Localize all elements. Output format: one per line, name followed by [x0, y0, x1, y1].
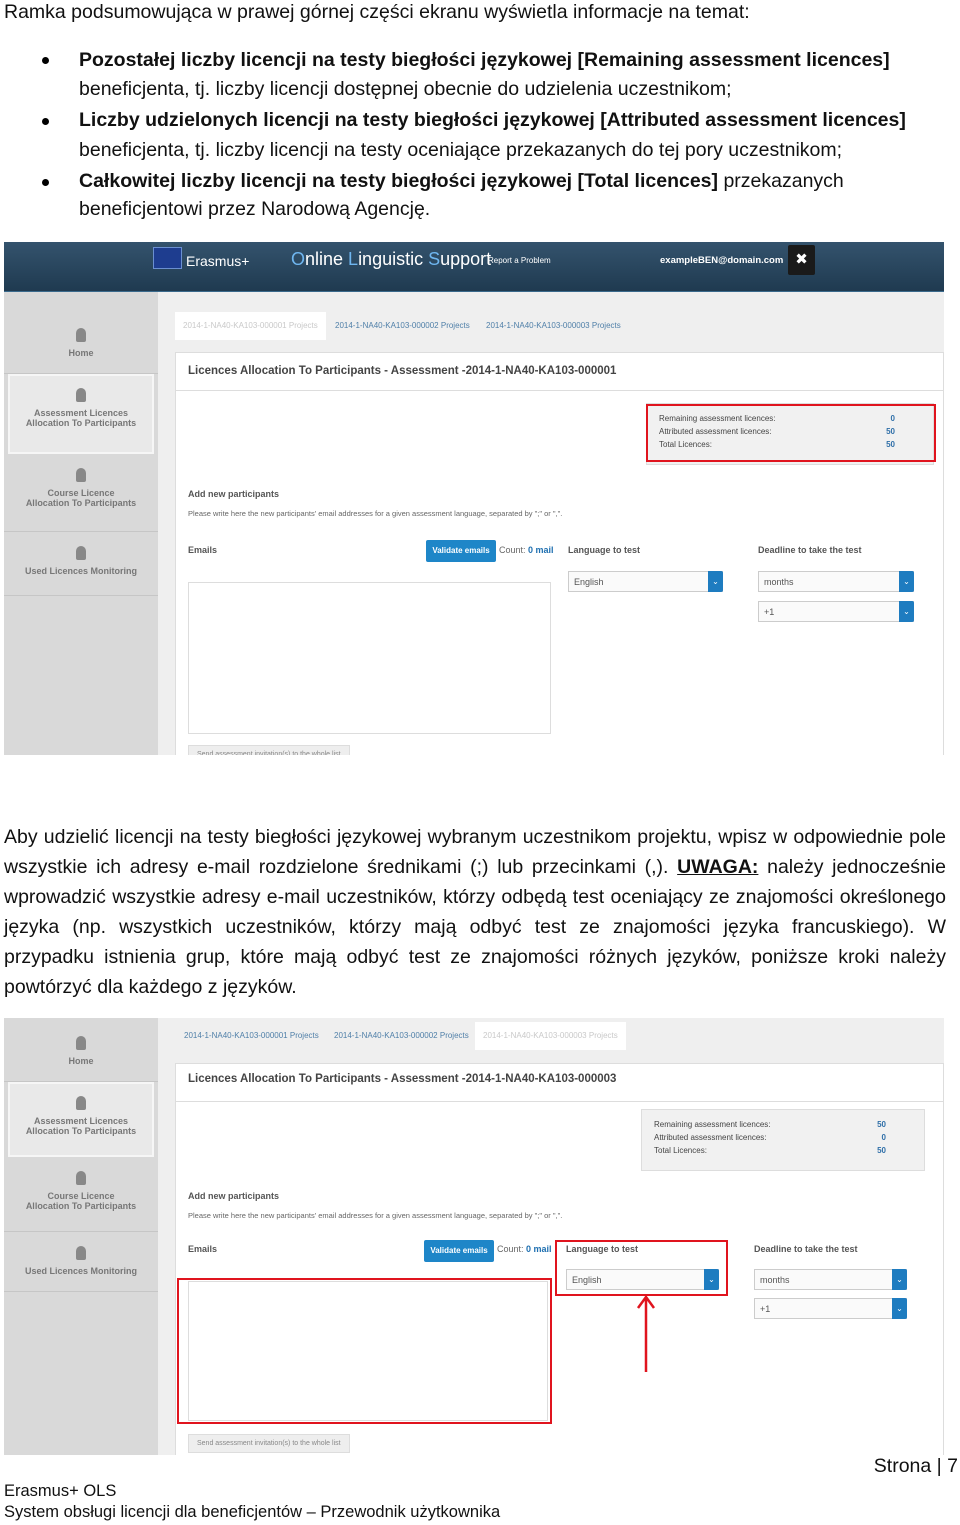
- bullet-1-rest: beneficjenta, tj. liczby licencji dostęp…: [79, 78, 732, 100]
- chevron-down-icon: ⌄: [892, 1298, 907, 1319]
- sidebar: Home Assessment Licences Allocation To Pa…: [4, 1018, 158, 1455]
- tab-project-2[interactable]: 2014-1-NA40-KA103-000002 Projects: [326, 1022, 477, 1050]
- bullet-1-bold: Pozostałej liczby licencji na testy bieg…: [79, 49, 890, 71]
- email-count: Count: 0 mail: [497, 1244, 552, 1254]
- total-value: 50: [877, 1146, 886, 1155]
- panel-title: Licences Allocation To Participants - As…: [176, 353, 943, 391]
- intro-text: Ramka podsumowująca w prawej górnej częś…: [4, 1, 750, 23]
- screenshot-1: Erasmus+ Online Linguistic Support Repor…: [4, 242, 944, 755]
- chevron-down-icon: ⌄: [899, 571, 914, 592]
- arrow-up-icon: [636, 1294, 656, 1372]
- footer-line-2: System obsługi licencji dla beneficjentó…: [4, 1503, 501, 1521]
- validate-emails-button[interactable]: Validate emails: [426, 540, 496, 562]
- sidebar-item-assessment[interactable]: Assessment Licences Allocation To Partici…: [8, 1082, 154, 1157]
- language-label: Language to test: [568, 545, 641, 555]
- eu-flag-icon: [153, 247, 182, 269]
- panel-title: Licences Allocation To Participants - As…: [176, 1064, 943, 1102]
- medal-icon: [76, 388, 86, 402]
- sidebar-item-course[interactable]: Course Licence Allocation To Participants: [4, 1157, 158, 1232]
- medal-icon: [76, 468, 86, 482]
- highlight-language-box: [555, 1240, 728, 1296]
- bullet-icon: [42, 179, 49, 186]
- deadline-number-select[interactable]: +1 ⌄: [754, 1298, 907, 1319]
- warning-label: UWAGA:: [677, 856, 759, 878]
- bullet-3: Całkowitej liczby licencji na testy bieg…: [79, 166, 844, 196]
- emails-textarea[interactable]: [188, 582, 551, 734]
- sidebar-item-course[interactable]: Course Licence Allocation To Participants: [4, 454, 158, 532]
- tab-project-3[interactable]: 2014-1-NA40-KA103-000003 Projects: [478, 312, 629, 340]
- add-participants-heading: Add new participants: [188, 489, 280, 499]
- footer-line-1: Erasmus+ OLS: [4, 1482, 117, 1500]
- close-button[interactable]: ✖: [788, 245, 815, 275]
- app-header: Erasmus+ Online Linguistic Support Repor…: [4, 242, 944, 292]
- bullet-2-bold: Liczby udzielonych licencji na testy bie…: [79, 109, 906, 131]
- bullet-2: Liczby udzielonych licencji na testy bie…: [79, 105, 906, 135]
- home-icon: [76, 1036, 86, 1050]
- validate-emails-button[interactable]: Validate emails: [424, 1240, 494, 1262]
- tab-project-3[interactable]: 2014-1-NA40-KA103-000003 Projects: [475, 1022, 626, 1050]
- sidebar-item-used[interactable]: Used Licences Monitoring: [4, 532, 158, 596]
- add-participants-heading: Add new participants: [188, 1191, 280, 1201]
- tab-project-1[interactable]: 2014-1-NA40-KA103-000001 Projects: [176, 1022, 327, 1050]
- instructions-text: Please write here the new participants' …: [188, 1211, 563, 1220]
- sidebar: Home Assessment Licences Allocation To Pa…: [4, 292, 158, 755]
- medal-icon: [76, 1171, 86, 1185]
- instruction-paragraph: Aby udzielić licencji na testy biegłości…: [4, 826, 946, 998]
- home-icon: [76, 328, 86, 342]
- chevron-down-icon: ⌄: [892, 1269, 907, 1290]
- tab-project-1[interactable]: 2014-1-NA40-KA103-000001 Projects: [175, 312, 326, 340]
- deadline-number-select[interactable]: +1 ⌄: [758, 601, 914, 622]
- chevron-down-icon: ⌄: [708, 571, 723, 592]
- bullet-3-tail: przekazanych: [718, 170, 844, 192]
- bullet-1: Pozostałej liczby licencji na testy bieg…: [79, 45, 890, 75]
- report-problem-link[interactable]: Report a Problem: [488, 256, 551, 265]
- medal-icon: [76, 1096, 86, 1110]
- sidebar-item-home[interactable]: Home: [4, 1018, 158, 1082]
- chevron-down-icon: ⌄: [899, 601, 914, 622]
- medal-icon: [76, 546, 86, 560]
- tab-project-2[interactable]: 2014-1-NA40-KA103-000002 Projects: [327, 312, 478, 340]
- brand-logo: Erasmus+: [186, 253, 250, 269]
- emails-label: Emails: [188, 545, 218, 555]
- deadline-unit-select[interactable]: months ⌄: [754, 1269, 907, 1290]
- sidebar-item-home[interactable]: Home: [4, 292, 158, 374]
- deadline-label: Deadline to take the test: [758, 545, 862, 555]
- bullet-icon: [42, 57, 49, 64]
- sidebar-item-used[interactable]: Used Licences Monitoring: [4, 1232, 158, 1292]
- attributed-value: 0: [881, 1133, 886, 1142]
- allocation-panel: Licences Allocation To Participants - As…: [175, 352, 944, 755]
- app-title: Online Linguistic Support: [291, 249, 492, 269]
- highlight-textarea-box: [177, 1278, 552, 1424]
- user-email: exampleBEN@domain.com: [660, 255, 784, 266]
- send-invitations-button[interactable]: Send assessment invitation(s) to the who…: [188, 745, 350, 755]
- remaining-value: 50: [877, 1120, 886, 1129]
- send-invitations-button[interactable]: Send assessment invitation(s) to the who…: [188, 1434, 350, 1453]
- bullet-icon: [42, 118, 49, 125]
- bullet-3-bold: Całkowitej liczby licencji na testy bieg…: [79, 170, 719, 192]
- language-select[interactable]: English ⌄: [568, 571, 723, 592]
- deadline-label: Deadline to take the test: [754, 1244, 858, 1254]
- deadline-unit-select[interactable]: months ⌄: [758, 571, 914, 592]
- bullet-2-rest: beneficjenta, tj. liczby licencji na tes…: [79, 139, 843, 161]
- sidebar-item-assessment[interactable]: Assessment Licences Allocation To Partici…: [8, 374, 154, 454]
- medal-icon: [76, 1246, 86, 1260]
- summary-box: Remaining assessment licences: 50 Attribu…: [641, 1109, 925, 1171]
- highlight-box: [646, 404, 936, 462]
- instructions-text: Please write here the new participants' …: [188, 509, 563, 518]
- emails-label: Emails: [188, 1244, 218, 1254]
- page-number: Strona | 7: [873, 1455, 958, 1477]
- email-count: Count: 0 mail: [499, 545, 554, 555]
- bullet-3-rest: beneficjentowi przez Narodową Agencję.: [79, 198, 431, 220]
